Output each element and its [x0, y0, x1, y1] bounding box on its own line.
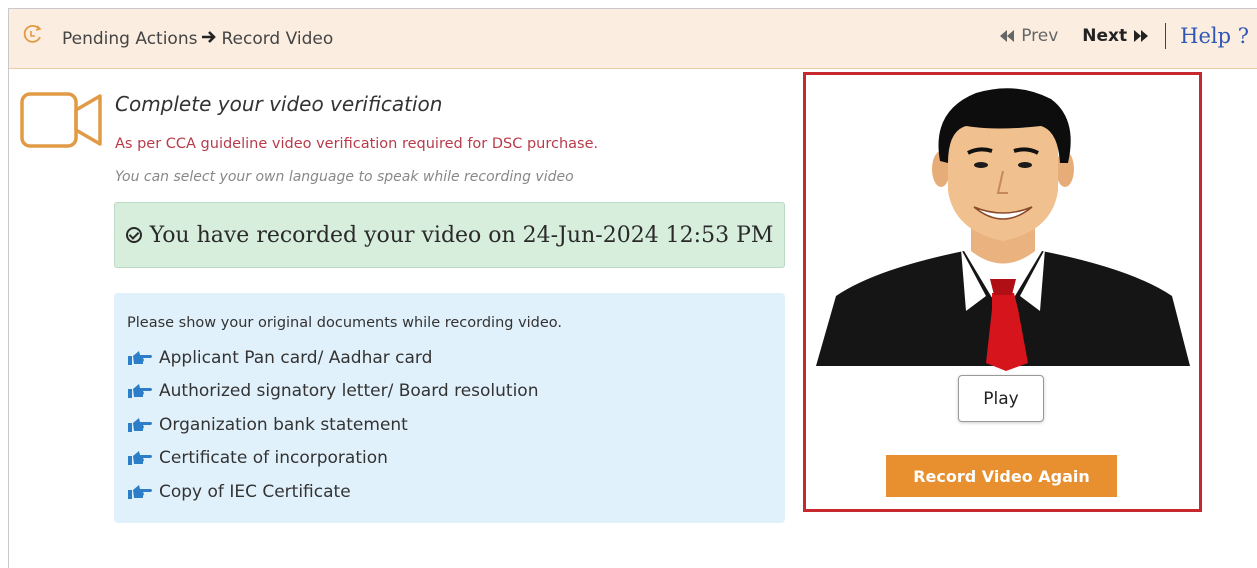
- next-label: Next: [1082, 26, 1128, 46]
- next-icon: [1134, 30, 1149, 42]
- success-message: You have recorded your video on 24-Jun-2…: [149, 222, 774, 248]
- breadcrumb-current: Record Video: [221, 29, 334, 49]
- breadcrumb-pending-actions[interactable]: Pending Actions: [62, 29, 197, 49]
- documents-list: Applicant Pan card/ Aadhar card Authoriz…: [127, 341, 538, 509]
- prev-icon: [1000, 30, 1015, 42]
- document-label: Authorized signatory letter/ Board resol…: [159, 381, 539, 402]
- record-video-again-button[interactable]: Record Video Again: [886, 455, 1117, 497]
- document-label: Applicant Pan card/ Aadhar card: [159, 347, 433, 368]
- play-button[interactable]: Play: [958, 375, 1044, 422]
- prev-label: Prev: [1021, 26, 1059, 46]
- list-item: Applicant Pan card/ Aadhar card: [127, 341, 538, 375]
- hand-pointer-icon: [128, 451, 152, 466]
- list-item: Copy of IEC Certificate: [127, 475, 538, 509]
- help-link[interactable]: Help ?: [1180, 24, 1249, 48]
- page-title: Complete your video verification: [115, 92, 443, 116]
- hand-pointer-icon: [128, 484, 152, 499]
- video-preview-panel: Play Record Video Again: [803, 72, 1202, 512]
- page-navigation: Prev Next Help ?: [999, 23, 1249, 49]
- video-thumbnail[interactable]: [816, 81, 1190, 371]
- list-item: Organization bank statement: [127, 408, 538, 442]
- video-camera-icon: [20, 92, 104, 152]
- documents-info-box: Please show your original documents whil…: [114, 293, 785, 523]
- hand-pointer-icon: [128, 384, 152, 399]
- nav-divider: [1165, 23, 1167, 49]
- refresh-logo-icon: [22, 23, 44, 45]
- list-item: Certificate of incorporation: [127, 442, 538, 476]
- prev-link[interactable]: Prev: [999, 26, 1058, 46]
- arrow-right-icon: [201, 29, 217, 49]
- document-label: Organization bank statement: [159, 414, 408, 435]
- list-item: Authorized signatory letter/ Board resol…: [127, 375, 538, 409]
- document-label: Certificate of incorporation: [159, 448, 388, 469]
- breadcrumb: Pending Actions Record Video: [62, 29, 333, 49]
- top-bar: Pending Actions Record Video Prev Next H…: [9, 9, 1257, 69]
- guideline-text: As per CCA guideline video verification …: [115, 136, 599, 152]
- document-label: Copy of IEC Certificate: [159, 481, 351, 502]
- documents-intro: Please show your original documents whil…: [127, 315, 563, 331]
- success-alert: You have recorded your video on 24-Jun-2…: [114, 202, 785, 268]
- hand-pointer-icon: [128, 350, 152, 365]
- language-text: You can select your own language to spea…: [115, 169, 574, 185]
- hand-pointer-icon: [128, 417, 152, 432]
- check-circle-icon: [125, 227, 142, 243]
- next-link[interactable]: Next: [1082, 26, 1149, 46]
